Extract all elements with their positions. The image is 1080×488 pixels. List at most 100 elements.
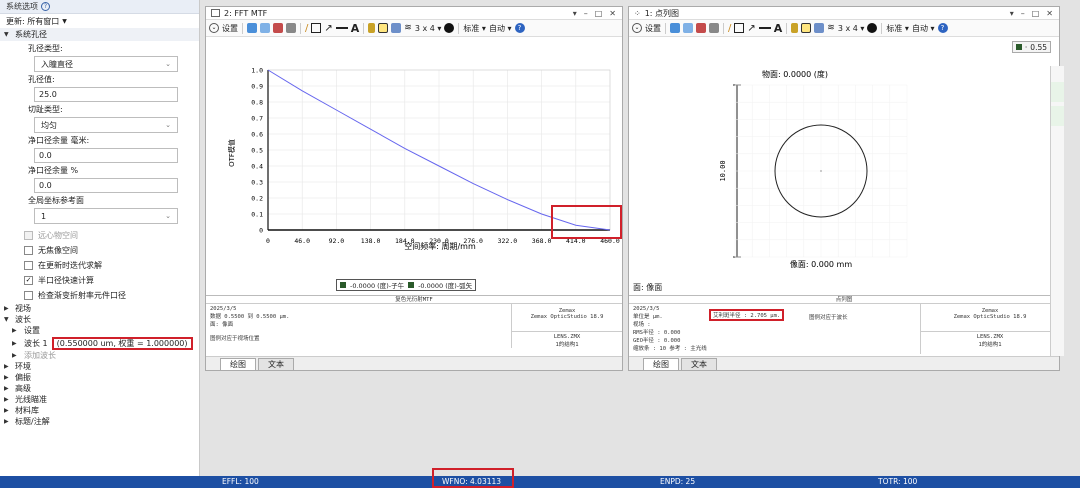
- tab-text[interactable]: 文本: [258, 358, 294, 370]
- iterate-solves-checkbox[interactable]: 在更新时迭代求解: [0, 258, 199, 273]
- rectangle-icon[interactable]: [311, 23, 322, 33]
- auto-dropdown[interactable]: 自动 ▾: [912, 23, 935, 34]
- minimize-icon[interactable]: –: [1021, 9, 1025, 18]
- line-icon[interactable]: [758, 27, 771, 29]
- telecentric-checkbox[interactable]: 远心物空间: [0, 228, 199, 243]
- layout-dropdown[interactable]: 3 x 4 ▾: [415, 24, 442, 33]
- layout-value: 3 x 4: [837, 23, 858, 33]
- settings-button[interactable]: 设置: [222, 23, 238, 34]
- tree-wave-settings[interactable]: ▶ 设置: [0, 325, 199, 336]
- lock-icon[interactable]: [368, 23, 376, 33]
- theme-icon[interactable]: [867, 23, 878, 33]
- arrow-icon[interactable]: ↗: [747, 23, 755, 34]
- help-icon[interactable]: ?: [41, 2, 50, 11]
- standard-label: 标准: [463, 23, 480, 33]
- close-icon[interactable]: ✕: [1046, 9, 1053, 18]
- minimize-icon[interactable]: –: [584, 9, 588, 18]
- grid-icon[interactable]: [378, 23, 389, 33]
- standard-dropdown[interactable]: 标准 ▾: [886, 23, 909, 34]
- settings-toggle-icon[interactable]: ⌄: [209, 23, 219, 33]
- clear-margin-mm-input[interactable]: 0.0: [34, 148, 178, 163]
- x-tick-label: 46.0: [294, 237, 310, 245]
- text-icon[interactable]: A: [351, 22, 360, 35]
- surface-label: 面: 像面: [633, 283, 663, 292]
- check-grin-checkbox[interactable]: 检查渐变折射率元件口径: [0, 288, 199, 303]
- tree-label: 材料库: [15, 406, 39, 415]
- y-tick-label: 0.8: [251, 99, 263, 107]
- fast-semi-diameter-checkbox[interactable]: ✓ 半口径快速计算: [0, 273, 199, 288]
- auto-dropdown[interactable]: 自动 ▾: [489, 23, 512, 34]
- settings-button[interactable]: 设置: [645, 23, 661, 34]
- rectangle-icon[interactable]: [734, 23, 745, 33]
- tree-label: 高级: [15, 384, 31, 393]
- tree-label: 波长: [15, 315, 31, 324]
- refresh-icon[interactable]: [247, 23, 257, 33]
- clear-margin-pct-input[interactable]: 0.0: [34, 178, 178, 193]
- tree-label: 波长 1: [24, 338, 48, 348]
- tree-material-catalogs[interactable]: ▶ 材料库: [0, 405, 199, 416]
- help-icon[interactable]: ?: [514, 23, 525, 33]
- lock-icon[interactable]: [791, 23, 799, 33]
- copy-icon[interactable]: [683, 23, 693, 33]
- copy-icon[interactable]: [260, 23, 270, 33]
- tree-field[interactable]: ▶ 视场: [0, 303, 199, 314]
- help-icon[interactable]: ?: [937, 23, 948, 33]
- print-icon[interactable]: [286, 23, 296, 33]
- checkbox-label: 检查渐变折射率元件口径: [38, 291, 126, 300]
- window-menu-icon[interactable]: ▾: [573, 9, 577, 18]
- separator: [786, 22, 788, 34]
- apodization-select[interactable]: 均匀 ⌄: [34, 117, 178, 133]
- tab-text[interactable]: 文本: [681, 358, 717, 370]
- image-plane-label: 像面: 0.000 mm: [790, 259, 852, 269]
- settings-toggle-icon[interactable]: ⌄: [632, 23, 642, 33]
- tree-wavelength[interactable]: ▼ 波长: [0, 314, 199, 325]
- print-icon[interactable]: [709, 23, 719, 33]
- standard-dropdown[interactable]: 标准 ▾: [463, 23, 486, 34]
- tree-wave-1[interactable]: ▶ 波长 1 (0.550000 um, 权重 = 1.000000): [0, 336, 199, 350]
- restore-icon[interactable]: □: [595, 9, 603, 18]
- separator: [458, 22, 460, 34]
- checkmark-icon: ✓: [24, 276, 33, 285]
- aperture-type-select[interactable]: 入瞳直径 ⌄: [34, 56, 178, 72]
- theme-icon[interactable]: [444, 23, 455, 33]
- section-system-aperture[interactable]: ▼ 系统孔径: [0, 28, 199, 41]
- update-dropdown[interactable]: 更新: 所有窗口 ▼: [0, 14, 199, 28]
- layout-dropdown[interactable]: 3 x 4 ▾: [838, 24, 865, 33]
- tree-polarization[interactable]: ▶ 偏振: [0, 372, 199, 383]
- window-icon[interactable]: [391, 23, 402, 33]
- pen-icon[interactable]: /: [305, 23, 308, 34]
- spot-title-bar[interactable]: ⁘ 1: 点列图 ▾ – □ ✕: [629, 7, 1059, 20]
- tree-ray-aiming[interactable]: ▶ 光线瞄准: [0, 394, 199, 405]
- tree-advanced[interactable]: ▶ 高级: [0, 383, 199, 394]
- checkbox-box: [24, 246, 33, 255]
- mtf-y-ticks: 1.0 0.9 0.8 0.7 0.6 0.5 0.4 0.3 0.2 0.1 0: [251, 67, 263, 235]
- save-icon[interactable]: [273, 23, 283, 33]
- line-icon[interactable]: [335, 27, 348, 29]
- y-tick-label: 0.2: [251, 195, 263, 203]
- y-tick-label: 0.5: [251, 147, 263, 155]
- mtf-title-bar[interactable]: 2: FFT MTF ▾ – □ ✕: [206, 7, 622, 20]
- tree-environment[interactable]: ▶ 环境: [0, 361, 199, 372]
- arrow-icon[interactable]: ↗: [324, 23, 332, 34]
- text-icon[interactable]: A: [774, 22, 783, 35]
- pen-icon[interactable]: /: [728, 23, 731, 34]
- zoom-indicator[interactable]: · 0.55: [1011, 41, 1051, 53]
- layers-icon[interactable]: ≋: [827, 23, 835, 33]
- restore-icon[interactable]: □: [1032, 9, 1040, 18]
- tab-plot[interactable]: 绘图: [643, 358, 679, 370]
- grid-icon[interactable]: [801, 23, 812, 33]
- spot-window-icon: ⁘: [634, 8, 641, 18]
- afocal-checkbox[interactable]: 无焦像空间: [0, 243, 199, 258]
- tree-label: 偏振: [15, 373, 31, 382]
- aperture-value-input[interactable]: 25.0: [34, 87, 178, 102]
- close-icon[interactable]: ✕: [609, 9, 616, 18]
- global-ref-select[interactable]: 1 ⌄: [34, 208, 178, 224]
- tree-title-notes[interactable]: ▶ 标题/注解: [0, 416, 199, 427]
- window-icon[interactable]: [814, 23, 825, 33]
- refresh-icon[interactable]: [670, 23, 680, 33]
- window-menu-icon[interactable]: ▾: [1010, 9, 1014, 18]
- tree-add-wavelength[interactable]: ▶ 添加波长: [0, 350, 199, 361]
- layers-icon[interactable]: ≋: [404, 23, 412, 33]
- save-icon[interactable]: [696, 23, 706, 33]
- tab-plot[interactable]: 绘图: [220, 358, 256, 370]
